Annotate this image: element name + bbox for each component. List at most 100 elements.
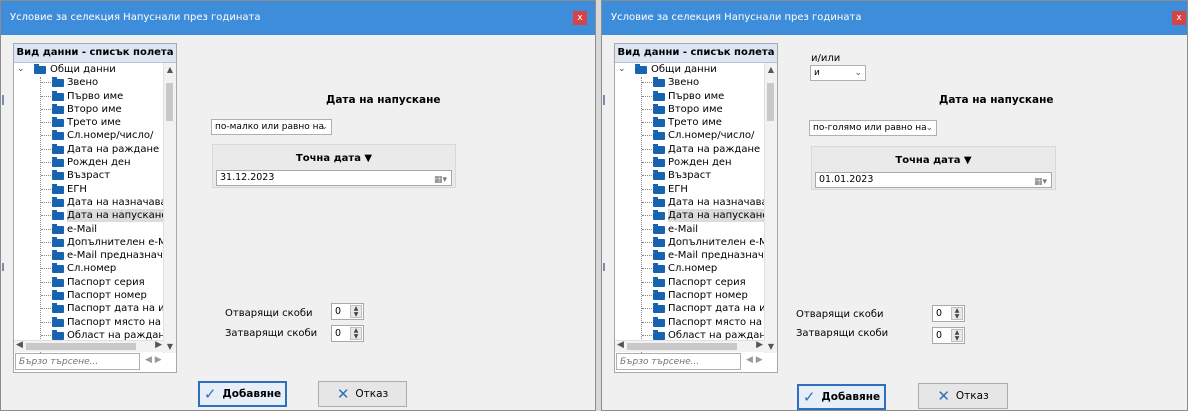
chevron-down-icon[interactable]: ⌄	[618, 63, 626, 76]
tree-item[interactable]: Допълнителен e-Mail	[615, 236, 765, 249]
tree-item-label: Дата на назначаване	[67, 196, 164, 208]
tree-item[interactable]: ЕГН	[14, 183, 164, 196]
tree-item[interactable]: e-Mail предназначение	[615, 249, 765, 262]
add-button[interactable]: ✓ Добавяне	[797, 384, 886, 410]
tree-item[interactable]: Рожден ден	[14, 156, 164, 169]
title-bar[interactable]: Условие за селекция Напуснали през годин…	[602, 1, 1187, 35]
tree-item[interactable]: e-Mail	[615, 223, 765, 236]
tree-item[interactable]: Възраст	[615, 169, 765, 182]
tree-item[interactable]: Паспорт серия	[615, 276, 765, 289]
scroll-left-icon[interactable]: ◀	[16, 340, 23, 350]
scroll-thumb[interactable]	[166, 83, 173, 121]
scroll-thumb[interactable]	[767, 83, 774, 121]
tree-item[interactable]: Паспорт номер	[615, 289, 765, 302]
tree-item[interactable]: Паспорт място на изд	[615, 316, 765, 329]
horizontal-scrollbar[interactable]: ◀ ▶	[615, 340, 765, 352]
open-brackets-stepper[interactable]: 0 ▲ ▼	[331, 303, 364, 320]
add-button[interactable]: ✓ Добавяне	[198, 381, 287, 407]
scroll-up-icon[interactable]: ▲	[164, 65, 176, 74]
close-brackets-stepper[interactable]: 0 ▲ ▼	[932, 327, 965, 344]
calendar-icon[interactable]: ▦▾	[1034, 175, 1047, 189]
tree-item[interactable]: Трето име	[615, 116, 765, 129]
operator-value: по-голямо или равно на	[813, 123, 927, 133]
scroll-up-icon[interactable]: ▲	[765, 65, 777, 74]
title-bar[interactable]: Условие за селекция Напуснали през годин…	[1, 1, 595, 35]
date-field[interactable]: 31.12.2023 ▦▾	[216, 170, 452, 186]
tree-item[interactable]: Звено	[615, 76, 765, 89]
tree-item[interactable]: Паспорт серия	[14, 276, 164, 289]
tree-item[interactable]: Сл.номер/число/	[14, 129, 164, 142]
vertical-scrollbar[interactable]: ▲ ▼	[163, 63, 176, 353]
tree-item[interactable]: Дата на напускане	[615, 209, 765, 223]
tree-item[interactable]: Възраст	[14, 169, 164, 182]
tree-item[interactable]: Първо име	[14, 90, 164, 103]
cancel-button[interactable]: ✕ Отказ	[318, 381, 407, 407]
tree-item-label: ЕГН	[67, 183, 87, 195]
tree-item-label: Възраст	[668, 170, 712, 182]
tree-item[interactable]: Рожден ден	[615, 156, 765, 169]
tree-item[interactable]: Дата на раждане	[615, 143, 765, 156]
tree-item[interactable]: Дата на раждане	[14, 143, 164, 156]
spinner-arrows-icon[interactable]: ▲ ▼	[951, 329, 963, 342]
cancel-button[interactable]: ✕ Отказ	[918, 383, 1008, 409]
scroll-thumb[interactable]	[627, 343, 737, 350]
tree-item[interactable]: Първо име	[615, 90, 765, 103]
tree-item[interactable]: e-Mail предназначение	[14, 249, 164, 262]
tree-item[interactable]: Дата на назначаване	[14, 196, 164, 209]
scroll-right-icon[interactable]: ▶	[756, 340, 763, 350]
vertical-scrollbar[interactable]: ▲ ▼	[764, 63, 777, 353]
spinner-arrows-icon[interactable]: ▲ ▼	[951, 307, 963, 320]
tree-item[interactable]: e-Mail	[14, 223, 164, 236]
search-nav-arrows-icon[interactable]: ◀ ▶	[746, 355, 763, 365]
tree-item[interactable]: Паспорт място на изд	[14, 316, 164, 329]
horizontal-scrollbar[interactable]: ◀ ▶	[14, 340, 164, 352]
spinner-arrows-icon[interactable]: ▲ ▼	[350, 305, 362, 318]
field-tree[interactable]: ⌄ Общи данни Звено Първо име Второ име Трето …	[14, 63, 164, 353]
tree-item[interactable]: Дата на напускане	[14, 209, 164, 223]
scroll-down-icon[interactable]: ▼	[765, 342, 777, 351]
operator-select[interactable]: по-малко или равно на ⌄	[211, 119, 332, 135]
scroll-thumb[interactable]	[26, 343, 136, 350]
and-or-select[interactable]: и ⌄	[810, 65, 866, 81]
open-brackets-label: Отварящи скоби	[796, 309, 884, 320]
tree-item[interactable]: Сл.номер/число/	[615, 129, 765, 142]
tree-item[interactable]: Сл.номер	[14, 262, 164, 275]
check-icon: ✓	[802, 387, 816, 406]
date-type-selector[interactable]: Точна дата ▼	[812, 155, 1055, 166]
tree-item[interactable]: Допълнителен e-Mail	[14, 236, 164, 249]
operator-select[interactable]: по-голямо или равно на ⌄	[809, 120, 937, 136]
tree-item[interactable]: Паспорт дата на издав	[615, 302, 765, 315]
tree-item-label: Паспорт място на изд	[668, 316, 765, 328]
date-field[interactable]: 01.01.2023 ▦▾	[815, 172, 1052, 188]
scroll-right-icon[interactable]: ▶	[155, 340, 162, 350]
tree-item[interactable]: Второ име	[14, 103, 164, 116]
tree-item-label: Сл.номер/число/	[668, 130, 755, 142]
open-brackets-value: 0	[335, 306, 342, 317]
tree-item[interactable]: Паспорт дата на издав	[14, 302, 164, 315]
scroll-left-icon[interactable]: ◀	[617, 340, 624, 350]
chevron-down-icon[interactable]: ⌄	[17, 63, 25, 76]
tree-item[interactable]: ЕГН	[615, 183, 765, 196]
tree-item[interactable]: Трето име	[14, 116, 164, 129]
tree-item[interactable]: Сл.номер	[615, 262, 765, 275]
x-icon: ✕	[336, 384, 350, 403]
close-brackets-stepper[interactable]: 0 ▲ ▼	[331, 325, 364, 342]
spinner-arrows-icon[interactable]: ▲ ▼	[350, 327, 362, 340]
close-icon[interactable]: x	[573, 11, 587, 25]
tree-item[interactable]: Второ име	[615, 103, 765, 116]
tree-branch-line	[41, 175, 51, 177]
scroll-down-icon[interactable]: ▼	[164, 342, 176, 351]
search-nav-arrows-icon[interactable]: ◀ ▶	[145, 355, 162, 365]
search-input[interactable]	[616, 353, 741, 370]
field-tree[interactable]: ⌄ Общи данни Звено Първо име Второ име Трето …	[615, 63, 765, 353]
search-input[interactable]	[15, 353, 140, 370]
tree-item[interactable]: Дата на назначаване	[615, 196, 765, 209]
calendar-icon[interactable]: ▦▾	[434, 173, 447, 187]
tree-item[interactable]: Паспорт номер	[14, 289, 164, 302]
close-icon[interactable]: x	[1172, 11, 1186, 25]
open-brackets-stepper[interactable]: 0 ▲ ▼	[932, 305, 965, 322]
date-type-selector[interactable]: Точна дата ▼	[213, 153, 455, 164]
tree-group[interactable]: ⌄ Общи данни	[615, 63, 765, 76]
tree-group[interactable]: ⌄ Общи данни	[14, 63, 164, 76]
tree-item[interactable]: Звено	[14, 76, 164, 89]
